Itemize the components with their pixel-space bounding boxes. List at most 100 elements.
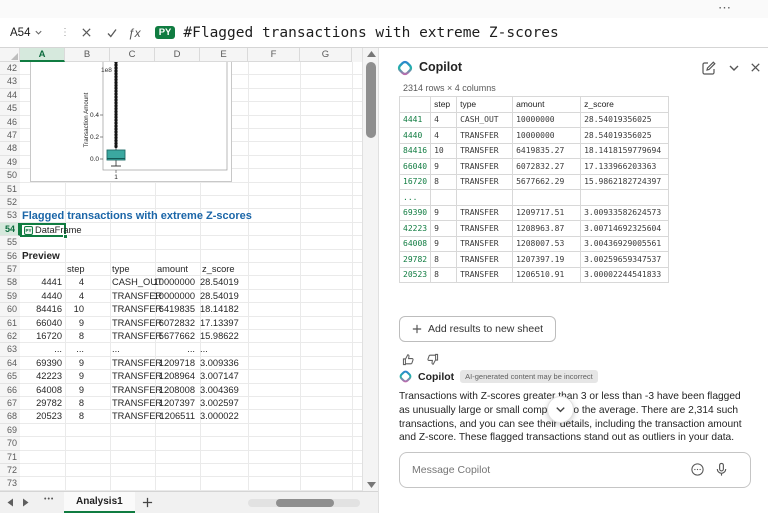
grid-cell[interactable]: 10000000 [149,290,195,303]
add-sheet-icon[interactable] [142,497,153,508]
row-header-73[interactable]: 73 [0,477,20,490]
row-header-72[interactable]: 72 [0,464,20,477]
grid-cell[interactable]: 3.009336 [200,357,260,370]
preview-column-header[interactable]: type [112,263,156,276]
grid-cell[interactable]: 28.54019 [200,290,260,303]
sheet-nav-left-icon[interactable] [6,498,14,507]
column-header-A[interactable]: A [20,48,65,62]
row-header-65[interactable]: 65 [0,370,20,383]
grid-cell[interactable]: 4 [64,290,84,303]
row-header-47[interactable]: 47 [0,129,20,142]
grid-cell[interactable]: 5677662 [149,330,195,343]
grid-cell[interactable]: ... [149,343,195,356]
horizontal-scrollbar[interactable] [248,499,360,507]
grid-cell[interactable]: 69390 [20,357,62,370]
formula-input[interactable]: #Flagged transactions with extreme Z-sco… [183,25,558,41]
select-all-corner[interactable] [0,48,20,62]
column-header-D[interactable]: D [155,48,200,62]
grid-cell[interactable]: 6072832 [149,317,195,330]
thumbs-up-icon[interactable] [399,350,417,368]
row-header-70[interactable]: 70 [0,437,20,450]
preview-column-header[interactable]: step [67,263,111,276]
column-header-C[interactable]: C [110,48,155,62]
horizontal-scrollbar-thumb[interactable] [276,499,334,507]
grid-cell[interactable]: 20523 [20,410,62,423]
row-header-67[interactable]: 67 [0,397,20,410]
insert-function-icon[interactable]: ƒx [128,26,141,40]
chevron-down-icon[interactable] [727,61,741,75]
column-header-B[interactable]: B [65,48,110,62]
row-header-66[interactable]: 66 [0,384,20,397]
embedded-boxplot-chart[interactable]: 1e8 0.4 0.2 0.0 Transaction Amount 1 [30,62,232,182]
grid-cell[interactable]: 4440 [20,290,62,303]
vertical-scrollbar-thumb[interactable] [366,62,376,138]
row-header-52[interactable]: 52 [0,196,20,209]
column-header-G[interactable]: G [300,48,352,62]
row-header-57[interactable]: 57 [0,263,20,276]
cancel-icon[interactable] [76,23,96,43]
scroll-to-bottom-button[interactable] [547,396,574,423]
window-more-icon[interactable]: ⋯ [718,0,732,16]
grid-cell[interactable]: 3.002597 [200,397,260,410]
grid-cell[interactable]: 4441 [20,276,62,289]
scroll-up-icon[interactable] [367,51,376,57]
row-header-46[interactable]: 46 [0,116,20,129]
cell-a56-preview-label[interactable]: Preview [22,250,60,263]
grid-cell[interactable]: 9 [64,357,84,370]
name-box[interactable]: A54 [0,27,58,39]
grid-cell[interactable]: 3.007147 [200,370,260,383]
preview-column-header[interactable]: amount [157,263,201,276]
grid-cell[interactable]: 8 [64,330,84,343]
grid-cell[interactable]: 29782 [20,397,62,410]
grid-cell[interactable]: 18.14182 [200,303,260,316]
row-header-68[interactable]: 68 [0,410,20,423]
grid-cell[interactable]: 1208008 [149,384,195,397]
row-header-62[interactable]: 62 [0,330,20,343]
row-header-48[interactable]: 48 [0,142,20,155]
grid-cell[interactable]: ... [200,343,260,356]
row-header-44[interactable]: 44 [0,89,20,102]
scroll-down-icon[interactable] [367,482,376,488]
grid-cell[interactable]: 10000000 [149,276,195,289]
grid-cell[interactable]: ... [20,343,62,356]
row-header-63[interactable]: 63 [0,343,20,356]
grid-cell[interactable]: 84416 [20,303,62,316]
row-header-45[interactable]: 45 [0,102,20,115]
selected-cell-a54[interactable]: PY DataFrame [20,223,66,237]
row-header-42[interactable]: 42 [0,62,20,75]
row-header-64[interactable]: 64 [0,357,20,370]
grid-cell[interactable]: 1207397 [149,397,195,410]
row-header-59[interactable]: 59 [0,290,20,303]
row-header-69[interactable]: 69 [0,424,20,437]
grid-cell[interactable]: 1208964 [149,370,195,383]
grid-cell[interactable]: 10 [64,303,84,316]
grid-cell[interactable]: 64008 [20,384,62,397]
row-header-43[interactable]: 43 [0,75,20,88]
grid-cell[interactable]: 6419835 [149,303,195,316]
grid-cell[interactable]: ... [64,343,84,356]
grid-cell[interactable]: 16720 [20,330,62,343]
row-header-54[interactable]: 54 [0,223,20,236]
grid-cell[interactable]: 15.98622 [200,330,260,343]
grid-cell[interactable]: 1209718 [149,357,195,370]
column-header-E[interactable]: E [200,48,248,62]
grid-cell[interactable]: 4 [64,276,84,289]
row-header-50[interactable]: 50 [0,169,20,182]
row-header-55[interactable]: 55 [0,236,20,249]
row-header-60[interactable]: 60 [0,303,20,316]
grid-cell[interactable]: 9 [64,370,84,383]
row-header-61[interactable]: 61 [0,317,20,330]
selection-fill-handle[interactable] [63,234,68,239]
sheet-nav-right-icon[interactable] [22,498,30,507]
microphone-icon[interactable] [714,462,729,477]
thumbs-down-icon[interactable] [423,350,441,368]
grid-cell[interactable]: 9 [64,384,84,397]
preview-column-header[interactable]: z_score [202,263,246,276]
sheet-list-icon[interactable]: ••• [44,496,54,503]
grid-cell[interactable]: 8 [64,410,84,423]
options-icon[interactable] [690,462,705,477]
cell-a53-title[interactable]: Flagged transactions with extreme Z-scor… [22,209,252,223]
grid-cell[interactable]: 8 [64,397,84,410]
column-header-F[interactable]: F [248,48,300,62]
close-icon[interactable] [749,61,762,74]
